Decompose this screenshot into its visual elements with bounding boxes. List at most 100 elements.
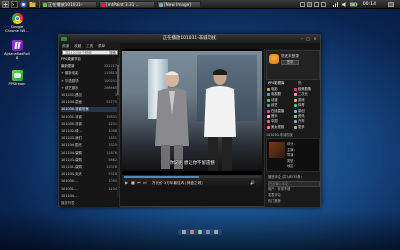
category-icon: [267, 109, 270, 113]
post-comment-button[interactable]: 发表评论: [268, 193, 320, 197]
dock-item-icon[interactable]: [206, 230, 210, 234]
scrollbar-thumb[interactable]: [117, 65, 119, 95]
desktop-icon-ppstream[interactable]: PPStream: [4, 70, 30, 86]
login-button[interactable]: 登录: [281, 60, 299, 65]
channel-list-item[interactable]: 101103-我们 1851: [61, 136, 119, 141]
workspace-4-icon[interactable]: [321, 2, 326, 7]
show-poster[interactable]: [269, 142, 285, 158]
tab-pps-library[interactable]: PPS影视库: [268, 81, 284, 86]
playlist-tab[interactable]: 播放列表: [61, 200, 119, 206]
aptana-icon: [11, 40, 23, 51]
category-label: 电影: [271, 87, 278, 91]
prev-button[interactable]: ⏮: [137, 180, 141, 186]
progress-bar[interactable]: [124, 176, 260, 178]
category-link[interactable]: 综艺: [266, 103, 292, 108]
avatar[interactable]: [269, 54, 279, 64]
show-info-line: 主演：: [287, 147, 297, 152]
terminal-icon[interactable]: [11, 1, 18, 8]
channel-list-item[interactable]: 101103-康熙 5862: [61, 158, 119, 163]
category-link[interactable]: 体育: [293, 103, 319, 108]
channel-item-label: 最新更新: [61, 64, 75, 69]
dock-item-icon[interactable]: [198, 230, 202, 234]
maximize-icon[interactable]: □: [306, 37, 310, 41]
channel-list-item[interactable]: 101031-非诚 19831: [61, 115, 119, 120]
category-label: 电视剧: [271, 92, 281, 97]
search-input[interactable]: 共212158个视频 搜索: [62, 50, 118, 55]
category-link[interactable]: 电视剧: [266, 92, 292, 97]
window-titlebar[interactable]: 正在播放101031-非诚勿扰 – □ ×: [59, 35, 320, 43]
taskbar-task-mtpaint[interactable]: [mtPaint 3.31 ...: [99, 1, 155, 8]
category-link[interactable]: 汽车: [293, 119, 319, 124]
window-title: 正在播放101031-非诚勿扰: [162, 36, 217, 41]
close-icon[interactable]: ×: [313, 37, 317, 41]
browser-icon[interactable]: [20, 1, 27, 8]
category-link[interactable]: 动漫: [266, 98, 292, 103]
category-link[interactable]: 资讯: [293, 114, 319, 119]
play-button[interactable]: ▶: [125, 180, 128, 186]
channel-list-item[interactable]: 101031-... 1104: [61, 187, 119, 192]
category-link[interactable]: 音乐: [266, 114, 292, 119]
channel-item-count: 11876: [106, 150, 117, 155]
desktop-icon-chrome[interactable]: Google Chrome Wil...: [4, 13, 30, 33]
show-desktop-icon[interactable]: [388, 2, 394, 7]
category-link[interactable]: 中国: [266, 119, 292, 124]
launcher-icon[interactable]: [2, 1, 9, 8]
channel-item-count: 266465: [104, 85, 117, 90]
now-playing-text: 万元价 3万年最佳内 [神盘之城]: [152, 181, 203, 185]
category-link[interactable]: 原创: [293, 109, 319, 114]
channel-list-item[interactable]: PPS频道节目: [61, 57, 119, 62]
category-link[interactable]: 欧美剧集: [293, 87, 319, 92]
video-area[interactable]: 你说呢 想让你不留遗憾 ▶ ■ ⏮ ⏭ 万元价 3万年最佳内 [神盘之城] 🔊: [122, 49, 262, 188]
channel-list-item[interactable]: + 华语剧场 100201: [61, 79, 119, 84]
workspace-3-icon[interactable]: [314, 2, 319, 7]
channel-list-item[interactable]: 101101-康熙 12076: [61, 165, 119, 170]
channel-list-item[interactable]: 101104-...: [61, 194, 119, 199]
volume-button[interactable]: 🔊: [250, 180, 255, 186]
comment-line: 用户：非常不错: [268, 187, 291, 191]
files-icon[interactable]: [29, 1, 36, 8]
dock-item-icon[interactable]: [182, 230, 186, 234]
category-label: 美女视频: [271, 124, 285, 129]
channel-list-item[interactable]: 101030-非诚勿扰: [61, 107, 119, 113]
category-link[interactable]: 电影: [266, 87, 292, 92]
category-link[interactable]: 二次元: [293, 92, 319, 97]
taskbar-task-pps[interactable]: 正在播放101031-: [41, 1, 97, 8]
category-link[interactable]: 在线直播: [266, 109, 292, 114]
channel-list-item[interactable]: 101102-绿... 4088: [61, 129, 119, 134]
category-link[interactable]: 游戏: [293, 98, 319, 103]
category-icon: [294, 93, 297, 97]
category-label: 更多: [298, 124, 305, 129]
volume-icon[interactable]: [341, 1, 348, 8]
channel-item-count: 1085: [108, 179, 117, 184]
channel-list-item[interactable]: 101104-天天 5318: [61, 172, 119, 177]
category-link[interactable]: 更多: [293, 125, 319, 130]
channel-list-item[interactable]: 最新更新 222217: [61, 64, 119, 69]
search-button[interactable]: 搜索: [109, 51, 116, 55]
category-label: 游戏: [298, 97, 305, 102]
category-link[interactable]: 美女视频: [266, 125, 292, 130]
channel-list-item[interactable]: + 综艺娱乐 266465: [61, 86, 119, 91]
dock-item-icon[interactable]: [190, 230, 194, 234]
stop-button[interactable]: ■: [131, 180, 135, 186]
category-icon: [267, 120, 270, 124]
workspace-2-icon[interactable]: [307, 2, 312, 7]
tab-hot[interactable]: 热: [298, 81, 301, 86]
next-button[interactable]: ⏭: [143, 180, 147, 186]
list-scrollbar[interactable]: [117, 57, 119, 197]
network-icon[interactable]: [332, 1, 339, 8]
channel-list-item[interactable]: + 最新电影 115813: [61, 71, 119, 76]
clock[interactable]: 00:14: [363, 1, 376, 8]
channel-list-item[interactable]: 101104-国光 3325: [61, 143, 119, 148]
channel-list-item[interactable]: 101030-... 1085: [61, 179, 119, 184]
workspace-1-icon[interactable]: [300, 2, 305, 7]
minimize-icon[interactable]: –: [300, 37, 304, 41]
channel-item-label: + 最新电影: [61, 71, 79, 76]
channel-list-item[interactable]: 101101-遇见 3: [61, 93, 119, 98]
desktop-icon-aptana[interactable]: AptanaRadRail 8: [4, 40, 30, 60]
battery-icon[interactable]: [350, 1, 358, 8]
channel-list-item[interactable]: 101030-非诚 1201: [61, 122, 119, 127]
channel-list-item[interactable]: 101104-康熙 11876: [61, 151, 119, 156]
channel-list-item[interactable]: 101104-蒙面 92775: [61, 100, 119, 105]
dock-item-icon[interactable]: [214, 230, 218, 234]
taskbar-task-new-image[interactable]: [New Image]: [157, 1, 201, 8]
